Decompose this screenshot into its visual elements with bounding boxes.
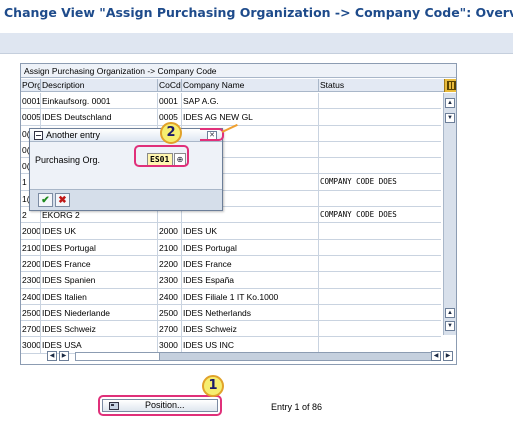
cell-status: [319, 142, 441, 158]
cell-porg[interactable]: 0005: [21, 109, 41, 126]
cell-description[interactable]: IDES Portugal: [41, 239, 158, 256]
cell-description[interactable]: IDES Schweiz: [41, 321, 158, 338]
cell-status: [319, 126, 441, 142]
scroll-down-icon[interactable]: ▼: [445, 113, 455, 123]
cell-cocd[interactable]: 2000: [158, 223, 182, 240]
cell-status: [319, 256, 441, 272]
dialog-title-bar: Another entry ✕: [30, 129, 222, 142]
table-header: POrg Description CoCd Company Name Statu…: [21, 79, 456, 92]
column-header-cocd[interactable]: CoCd: [158, 79, 182, 92]
horizontal-scrollbar[interactable]: [75, 352, 438, 361]
cell-cocd[interactable]: 2400: [158, 288, 182, 305]
window-title: Change View "Assign Purchasing Organizat…: [4, 5, 513, 20]
cell-status: [319, 240, 441, 256]
cell-description[interactable]: IDES UK: [41, 223, 158, 240]
column-header-company-name[interactable]: Company Name: [182, 79, 319, 92]
column-header-status[interactable]: Status: [319, 79, 443, 92]
table-row[interactable]: 2700 IDES Schweiz 2700 IDES Schweiz: [21, 321, 441, 338]
cell-status: COMPANY CODE DOES: [320, 177, 397, 187]
cell-company-name: IDES Portugal: [182, 239, 319, 256]
entry-counter: Entry 1 of 86: [271, 402, 323, 412]
column-header-porg[interactable]: POrg: [21, 79, 41, 92]
cell-porg[interactable]: 0001: [21, 93, 41, 109]
cell-description[interactable]: IDES Spanien: [41, 272, 158, 289]
cell-cocd[interactable]: 0001: [158, 93, 182, 109]
callout-1: 1: [202, 375, 224, 397]
scroll-down-icon[interactable]: ▼: [445, 321, 455, 331]
cell-company-name: IDES UK: [182, 223, 319, 240]
cell-company-name: IDES España: [182, 272, 319, 289]
cell-description[interactable]: Einkaufsorg. 0001: [41, 93, 158, 109]
cell-porg[interactable]: 2300: [21, 272, 41, 289]
scroll-up-icon[interactable]: ▲: [445, 98, 455, 108]
table-row[interactable]: 2100 IDES Portugal 2100 IDES Portugal: [21, 239, 441, 256]
cell-status: [319, 289, 441, 305]
table-row[interactable]: 0001 Einkaufsorg. 0001 0001 SAP A.G.: [21, 93, 441, 110]
table-title: Assign Purchasing Organization -> Compan…: [21, 64, 456, 78]
cell-porg[interactable]: 2500: [21, 304, 41, 321]
another-entry-dialog: Another entry ✕ Purchasing Org. ES01 ⊕ ✔…: [29, 128, 223, 211]
scroll-right-icon[interactable]: ▶: [59, 351, 69, 361]
scroll-left-icon[interactable]: ◀: [431, 351, 441, 361]
horizontal-scroll-thumb[interactable]: [76, 353, 160, 360]
table-row[interactable]: 2000 IDES UK 2000 IDES UK: [21, 223, 441, 240]
cell-status: [319, 93, 441, 109]
table-row[interactable]: 2500 IDES Niederlande 2500 IDES Netherlands: [21, 304, 441, 322]
cell-porg[interactable]: 2000: [21, 223, 41, 240]
cell-status: [319, 272, 441, 288]
cell-status: [319, 109, 441, 125]
position-icon: [109, 402, 119, 410]
cell-porg[interactable]: 2400: [21, 288, 41, 305]
cell-company-name: SAP A.G.: [182, 93, 319, 109]
cell-cocd[interactable]: 2300: [158, 272, 182, 289]
cell-description[interactable]: IDES Deutschland: [41, 109, 158, 126]
cell-cocd[interactable]: 2700: [158, 321, 182, 338]
column-config-icon[interactable]: [444, 79, 456, 92]
cell-porg[interactable]: 2700: [21, 321, 41, 338]
column-header-description[interactable]: Description: [41, 79, 158, 92]
table-row[interactable]: 2400 IDES Italien 2400 IDES Filiale 1 IT Ko…: [21, 288, 441, 305]
cell-porg[interactable]: 2100: [21, 239, 41, 256]
cell-porg[interactable]: 2200: [21, 255, 41, 272]
cell-company-name: IDES Filiale 1 IT Ko.1000: [182, 288, 319, 305]
cell-description[interactable]: IDES Niederlande: [41, 304, 158, 321]
application-toolbar: [0, 33, 513, 54]
cell-description[interactable]: IDES Italien: [41, 288, 158, 305]
cell-status: [319, 158, 441, 174]
cell-cocd[interactable]: 2500: [158, 304, 182, 321]
cell-cocd[interactable]: 2200: [158, 255, 182, 272]
vertical-scrollbar[interactable]: ▲ ▼ ▲ ▼: [443, 93, 456, 335]
cancel-x-icon[interactable]: ✖: [55, 193, 70, 207]
table-row[interactable]: 2300 IDES Spanien 2300 IDES España: [21, 272, 441, 289]
dialog-footer: ✔ ✖: [30, 189, 222, 210]
dialog-title: Another entry: [46, 130, 101, 140]
scroll-left-icon[interactable]: ◀: [47, 351, 57, 361]
table-row[interactable]: 2200 IDES France 2200 IDES France: [21, 255, 441, 273]
cell-company-name: IDES Schweiz: [182, 321, 319, 338]
cell-status: COMPANY CODE DOES: [320, 210, 397, 220]
horizontal-scroll-area: ◀ ▶ ◀ ▶: [21, 349, 456, 363]
highlight-dialog-corner: [200, 128, 224, 141]
cell-cocd[interactable]: 2100: [158, 239, 182, 256]
cell-company-name: IDES Netherlands: [182, 304, 319, 321]
cell-description[interactable]: IDES France: [41, 255, 158, 272]
cell-status: [319, 191, 441, 207]
table-row[interactable]: 0005 IDES Deutschland 0005 IDES AG NEW GL: [21, 109, 441, 126]
cell-status: [319, 223, 441, 239]
dialog-entry-icon: [34, 131, 43, 140]
cell-company-name: IDES AG NEW GL: [182, 109, 319, 126]
confirm-check-icon[interactable]: ✔: [38, 193, 53, 207]
callout-2: 2: [160, 122, 182, 144]
scroll-right-icon[interactable]: ▶: [443, 351, 453, 361]
cell-company-name: IDES France: [182, 255, 319, 272]
position-button-label: Position...: [145, 400, 185, 410]
scroll-up-icon[interactable]: ▲: [445, 308, 455, 318]
table-control: Assign Purchasing Organization -> Compan…: [20, 63, 457, 365]
cell-status: [319, 321, 441, 337]
purchasing-org-label: Purchasing Org.: [35, 155, 101, 165]
cell-status: [319, 305, 441, 321]
highlight-purchasing-org: [134, 145, 189, 167]
position-button[interactable]: Position...: [102, 399, 218, 412]
